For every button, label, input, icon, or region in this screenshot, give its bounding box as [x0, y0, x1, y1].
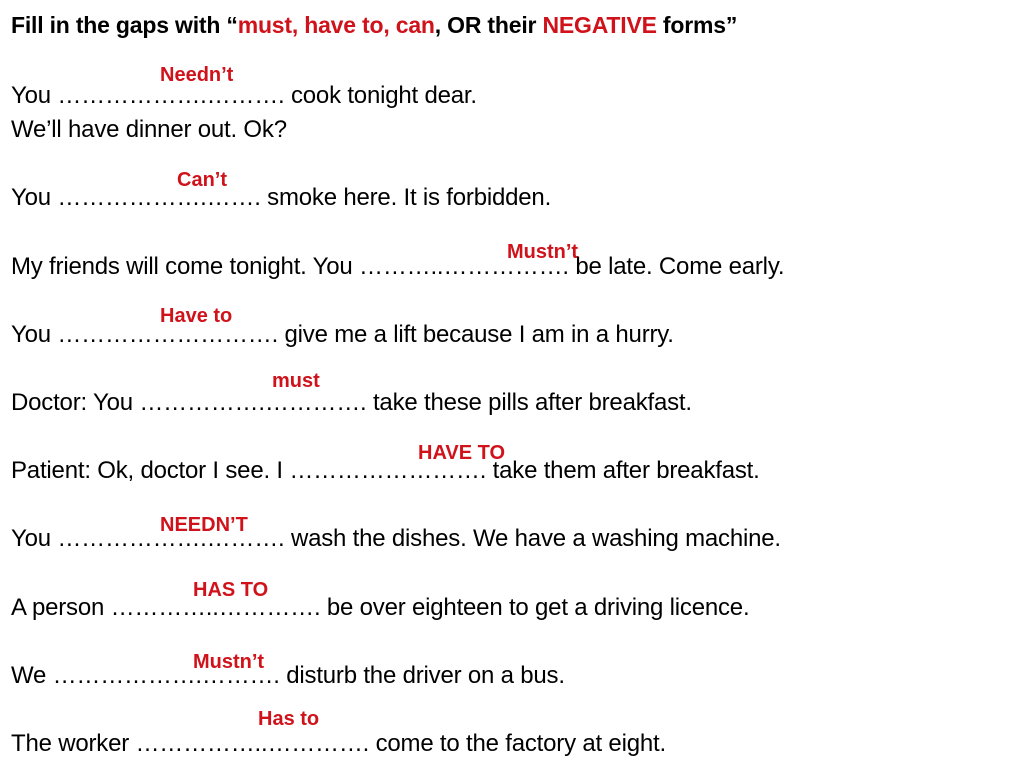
title-modals: must, have to, can: [237, 12, 435, 38]
title-suffix: forms”: [656, 12, 738, 38]
answer-10: Has to: [258, 708, 320, 730]
sentence-5: Doctor: You …………….…………. take these pills…: [11, 389, 692, 416]
exercise-title: Fill in the gaps with “must, have to, ca…: [11, 12, 737, 39]
sentence-1-line-1: You ……………….………. cook tonight dear.: [11, 82, 477, 109]
sentence-8: A person …………..…………. be over eighteen to…: [11, 594, 750, 621]
title-negative: NEGATIVE: [542, 12, 657, 38]
sentence-1-line-2: We’ll have dinner out. Ok?: [11, 116, 287, 143]
sentence-7: You ……………….………. wash the dishes. We have…: [11, 525, 781, 552]
title-prefix: Fill in the gaps with “: [11, 12, 238, 38]
sentence-3: My friends will come tonight. You ………..……: [11, 253, 785, 280]
sentence-6: Patient: Ok, doctor I see. I ……………………. t…: [11, 457, 760, 484]
sentence-10: The worker ……………..…………. come to the fact…: [11, 730, 666, 757]
sentence-4: You ………………………. give me a lift because I …: [11, 321, 674, 348]
sentence-2: You ……………….……. smoke here. It is forbidd…: [11, 184, 552, 211]
title-mid: , OR their: [434, 12, 543, 38]
sentence-9: We ……………….………. disturb the driver on a b…: [11, 662, 565, 689]
